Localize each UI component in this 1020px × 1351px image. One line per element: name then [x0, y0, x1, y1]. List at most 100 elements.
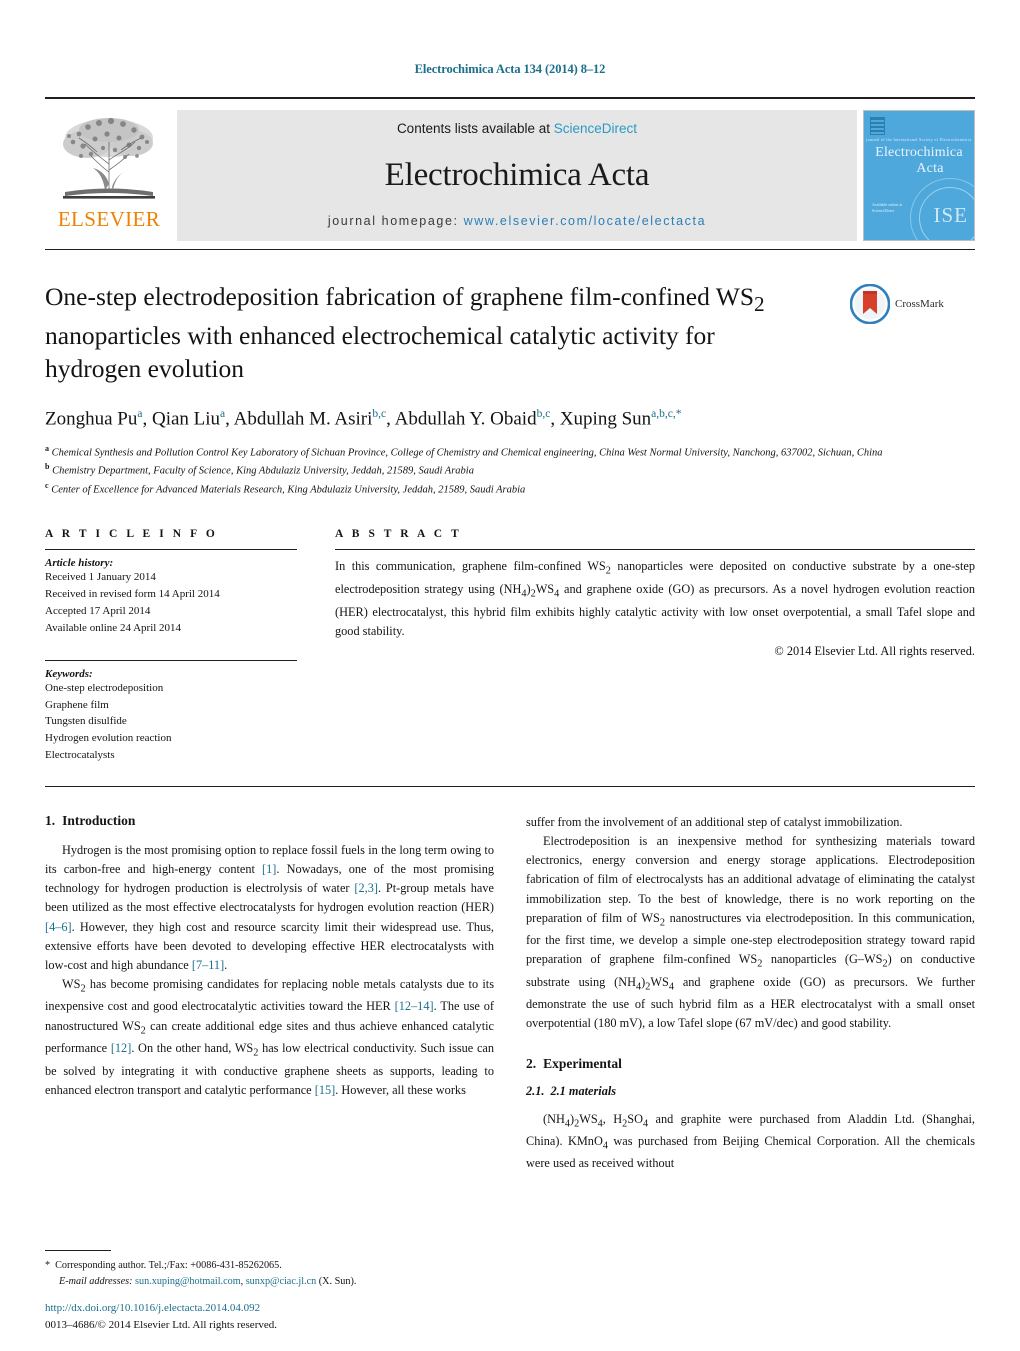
abstract-copyright: © 2014 Elsevier Ltd. All rights reserved…	[774, 643, 975, 658]
keywords-rule	[45, 659, 297, 661]
ise-seal-label: ISE	[933, 203, 968, 227]
cover-journal-title: Electrochimica Acta	[864, 145, 974, 177]
abstract-heading: A B S T R A C T	[335, 528, 462, 541]
p4-seg-c: nanoparticles (G–WS	[762, 952, 883, 967]
keyword-item: One-step electrodeposition	[45, 681, 164, 694]
corresponding-author-text: Corresponding author. Tel.;/Fax: +0086-4…	[55, 1260, 282, 1271]
issn-copyright-line: 0013–4686/© 2014 Elsevier Ltd. All right…	[45, 1318, 277, 1331]
right-column: suffer from the involvement of an additi…	[526, 813, 975, 1174]
p2-seg-g: . However, all these works	[335, 1082, 466, 1097]
crossmark-icon	[850, 284, 890, 324]
elsevier-logo: ELSEVIER	[45, 110, 173, 241]
affiliation-text: Center of Excellence for Advanced Materi…	[48, 484, 526, 496]
citation-12-14[interactable]: [12–14]	[395, 999, 434, 1013]
keywords-list: One-step electrodeposition Graphene film T…	[45, 680, 297, 764]
paragraph-intro-1: Hydrogen is the most promising option to…	[45, 841, 494, 975]
left-column: 1. Introduction Hydrogen is the most prom…	[45, 813, 494, 1174]
paragraph-electrodeposition: Electrodeposition is an inexpensive meth…	[526, 832, 975, 1034]
info-abstract-section: A R T I C L E I N F O Article history: R…	[45, 528, 975, 763]
footnote-rule	[45, 1250, 111, 1251]
crossmark-badge[interactable]: CrossMark	[850, 284, 944, 324]
author-separator: ,	[225, 408, 234, 430]
abstract-bottom-rule	[45, 785, 975, 787]
keyword-item: Graphene film	[45, 698, 109, 711]
page-title: One-step electrodeposition fabrication o…	[45, 280, 805, 385]
experimental-title: Experimental	[543, 1055, 622, 1071]
p1-seg-d: . However, they high cost and resource s…	[45, 919, 494, 972]
keyword-item: Tungsten disulfide	[45, 715, 127, 728]
title-area: One-step electrodeposition fabrication o…	[45, 280, 975, 385]
affiliation-text: Chemical Synthesis and Pollution Control…	[49, 447, 883, 459]
article-history-list: Received 1 January 2014 Received in revis…	[45, 569, 297, 636]
abstract-seg-4: WS	[535, 582, 555, 597]
citation-15[interactable]: [15]	[315, 1083, 336, 1097]
p2-seg-a: WS	[62, 977, 81, 992]
affiliation-item: b Chemistry Department, Faculty of Scien…	[45, 461, 975, 479]
email-suffix: (X. Sun).	[316, 1275, 357, 1287]
p5-seg-c: WS	[579, 1111, 598, 1126]
paragraph-materials: (NH4)2WS4, H2SO4 and graphite were purch…	[526, 1110, 975, 1174]
section-heading-introduction: 1. Introduction	[45, 813, 494, 829]
materials-title: 2.1 materials	[550, 1083, 617, 1098]
author-list: Zonghua Pua, Qian Liua, Abdullah M. Asir…	[45, 407, 975, 432]
article-history-label: Article history:	[45, 557, 114, 570]
citation-1[interactable]: [1]	[262, 862, 276, 876]
doi-link[interactable]: http://dx.doi.org/10.1016/j.electacta.20…	[45, 1300, 515, 1317]
cover-elsevier-icon	[870, 117, 885, 135]
subsection-heading-materials: 2.1. 2.1 materials	[526, 1084, 975, 1099]
abstract-rule	[335, 549, 975, 551]
section-heading-experimental: 2. Experimental	[526, 1056, 975, 1072]
cover-subtitle: journal of the International Society of …	[866, 137, 972, 142]
affiliation-item: c Center of Excellence for Advanced Mate…	[45, 480, 975, 498]
email-link-2[interactable]: sunxp@ciac.jl.cn	[246, 1276, 317, 1287]
p4-seg-f: WS	[650, 974, 669, 989]
affiliation-list: a Chemical Synthesis and Pollution Contr…	[45, 443, 975, 498]
abstract-seg-1: In this communication, graphene film-con…	[335, 559, 606, 574]
author-affiliation-mark: b,c	[536, 408, 551, 420]
article-info-block: A R T I C L E I N F O Article history: R…	[45, 528, 335, 763]
citation-4-6[interactable]: [4–6]	[45, 920, 72, 934]
author-name: Abdullah M. Asiri	[233, 408, 373, 430]
sciencedirect-link[interactable]: ScienceDirect	[554, 121, 637, 136]
crossmark-column: CrossMark	[850, 280, 975, 385]
article-history-item: Received in revised form 14 April 2014	[45, 588, 220, 601]
title-subscript-1: 2	[754, 292, 765, 317]
contents-band: Contents lists available at ScienceDirec…	[177, 110, 857, 241]
citation-7-11[interactable]: [7–11]	[192, 958, 224, 972]
title-segment-1: One-step electrodeposition fabrication o…	[45, 282, 755, 311]
paragraph-continued: suffer from the involvement of an additi…	[526, 814, 903, 829]
title-column: One-step electrodeposition fabrication o…	[45, 280, 850, 385]
article-history-item: Received 1 January 2014	[45, 571, 156, 584]
affiliation-item: a Chemical Synthesis and Pollution Contr…	[45, 443, 975, 461]
elsevier-tree-icon	[63, 117, 155, 199]
p1-seg-e: .	[224, 957, 228, 972]
intro-title: Introduction	[62, 812, 136, 828]
keyword-item: Hydrogen evolution reaction	[45, 732, 172, 745]
masthead-bottom-rule	[45, 249, 975, 250]
author-separator: ,	[386, 408, 395, 430]
author-name: Xuping Sun	[559, 408, 652, 430]
citation-12[interactable]: [12]	[111, 1041, 132, 1055]
affiliation-text: Chemistry Department, Faculty of Science…	[49, 465, 474, 477]
paragraph-intro-2: WS2 has become promising candidates for …	[45, 975, 494, 1100]
running-head: Electrochimica Acta 134 (2014) 8–12	[414, 62, 606, 76]
title-segment-2: nanoparticles with enhanced electrochemi…	[45, 320, 715, 383]
doi-block: http://dx.doi.org/10.1016/j.electacta.20…	[45, 1300, 515, 1333]
citation-2-3[interactable]: [2,3]	[354, 881, 378, 895]
keywords-label: Keywords:	[45, 667, 93, 680]
p5-seg-d: , H	[602, 1111, 623, 1126]
homepage-url-link[interactable]: www.elsevier.com/locate/electacta	[464, 214, 706, 228]
email-link-1[interactable]: sun.xuping@hotmail.com	[135, 1276, 241, 1287]
contents-prefix: Contents lists available at	[396, 121, 554, 136]
keyword-item: Electrocatalysts	[45, 749, 115, 761]
author-affiliation-mark: a,b,c,*	[651, 408, 682, 420]
cover-footer-text: Available online at ScienceDirect	[872, 202, 902, 214]
elsevier-wordmark: ELSEVIER	[57, 207, 161, 231]
header-rule	[45, 97, 975, 99]
article-page: Electrochimica Acta 134 (2014) 8–12 ELSE…	[0, 0, 1020, 1351]
author-separator: ,	[142, 408, 152, 430]
footnote-block: * Corresponding author. Tel.;/Fax: +0086-…	[45, 1250, 489, 1289]
p5-seg-a: (NH	[543, 1111, 565, 1126]
